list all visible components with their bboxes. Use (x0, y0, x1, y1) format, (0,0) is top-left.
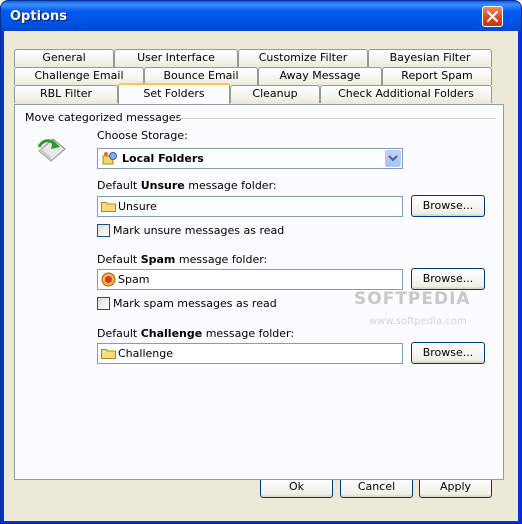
storage-value: Local Folders (122, 152, 204, 165)
close-button[interactable] (482, 6, 503, 27)
mark-unsure-read-label: Mark unsure messages as read (113, 224, 285, 237)
mark-spam-read-checkbox[interactable] (97, 297, 110, 310)
tab-check-additional-folders[interactable]: Check Additional Folders (320, 85, 492, 103)
dialog-body: General User Interface Customize Filter … (4, 31, 518, 521)
unsure-folder-value: Unsure (118, 200, 157, 213)
challenge-browse-button[interactable]: Browse... (411, 342, 485, 364)
challenge-folder-label: Default Challenge message folder: (97, 327, 295, 340)
spam-browse-button[interactable]: Browse... (411, 268, 485, 290)
spam-folder-label: Default Spam message folder: (97, 253, 268, 266)
move-arrow-icon (37, 138, 66, 162)
group-divider (173, 118, 496, 119)
challenge-folder-value: Challenge (118, 347, 173, 360)
watermark: SOFTPEDIA (354, 289, 471, 309)
unsure-folder-field[interactable]: Unsure (97, 196, 403, 217)
tab-customize-filter[interactable]: Customize Filter (238, 49, 368, 67)
challenge-folder-field[interactable]: Challenge (97, 343, 403, 364)
tab-bayesian-filter[interactable]: Bayesian Filter (368, 49, 492, 67)
spam-icon (101, 272, 116, 287)
storage-label: Choose Storage: (97, 129, 188, 142)
storage-tree-icon (102, 152, 117, 165)
tab-user-interface[interactable]: User Interface (114, 49, 238, 67)
tab-cleanup[interactable]: Cleanup (230, 85, 320, 103)
storage-dropdown-button[interactable] (385, 150, 401, 167)
folder-icon (101, 349, 116, 359)
group-title: Move categorized messages (25, 111, 182, 124)
tab-rbl-filter[interactable]: RBL Filter (14, 85, 118, 103)
tab-general[interactable]: General (14, 49, 114, 67)
chevron-down-icon (388, 155, 398, 162)
title-bar[interactable]: Options (1, 1, 521, 31)
spam-folder-field[interactable]: Spam (97, 269, 403, 290)
options-window: Options General User Interface Customize… (0, 0, 522, 524)
mark-spam-read-label: Mark spam messages as read (113, 297, 277, 310)
spam-folder-value: Spam (118, 273, 150, 286)
unsure-folder-label: Default Unsure message folder: (97, 179, 277, 192)
tab-away-message[interactable]: Away Message (258, 67, 382, 85)
window-title: Options (10, 9, 67, 24)
tab-report-spam[interactable]: Report Spam (382, 67, 492, 85)
unsure-browse-button[interactable]: Browse... (411, 195, 485, 217)
folder-icon (101, 202, 116, 212)
storage-select[interactable]: Local Folders (97, 148, 403, 169)
tab-set-folders[interactable]: Set Folders (118, 83, 230, 104)
mark-unsure-read-checkbox[interactable] (97, 224, 110, 237)
watermark-url: www.softpedia.com (369, 316, 467, 327)
close-icon (486, 10, 499, 23)
